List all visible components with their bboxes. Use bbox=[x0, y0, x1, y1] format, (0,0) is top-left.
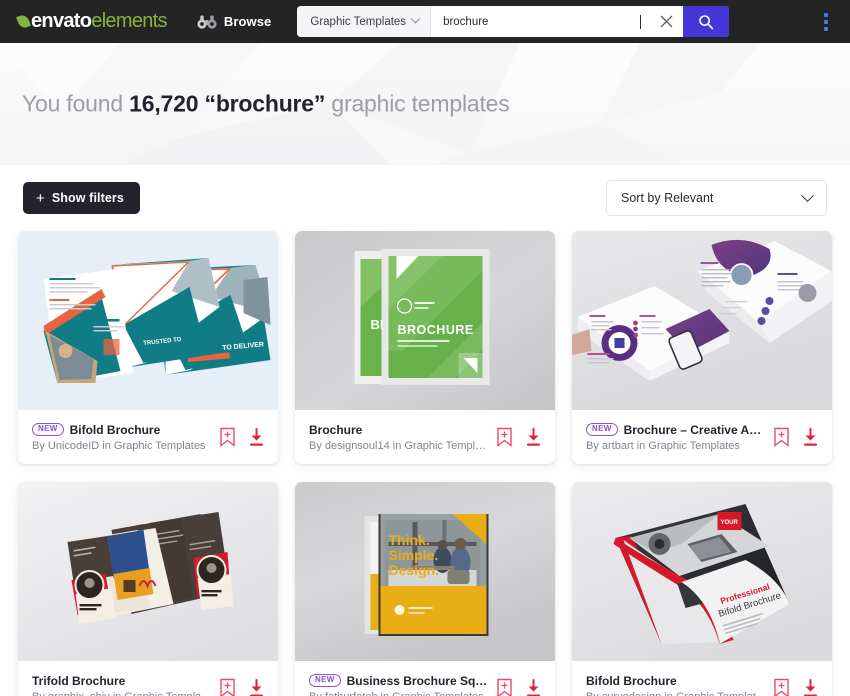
result-card[interactable]: NEW Brochure – Creative App Tri... By ar… bbox=[572, 231, 832, 464]
brown-trifold-brochure-pair-image bbox=[18, 482, 278, 661]
result-card[interactable]: BR BROCHURE Brochure By designsoul14 in … bbox=[295, 231, 555, 464]
results-grid: TRUSTED TO DELIVER TRUSTED TO NEW Bifold… bbox=[0, 231, 850, 696]
clear-search-button[interactable] bbox=[649, 6, 684, 37]
result-byline: By UnicodeID in Graphic Templates bbox=[32, 439, 206, 452]
result-meta: Bifold Brochure By curvedesign in Graphi… bbox=[572, 661, 832, 696]
hero-banner: You found 16,720 “brochure” graphic temp… bbox=[0, 43, 850, 165]
result-thumbnail[interactable]: YOUR Professional Bifold Brochure bbox=[572, 482, 832, 661]
logo-text-elements: elements bbox=[91, 10, 167, 32]
result-thumbnail[interactable]: Think. Simple. Design. bbox=[295, 482, 555, 661]
category-select-label: Graphic Templates bbox=[310, 15, 407, 28]
text-cursor bbox=[640, 14, 642, 29]
result-meta: NEW Business Brochure Square By fathurfa… bbox=[295, 661, 555, 696]
search-input[interactable] bbox=[431, 6, 641, 37]
more-vertical-icon-dot-3 bbox=[824, 26, 828, 31]
result-byline: By fathurfateh in Graphic Templates bbox=[309, 691, 490, 696]
result-card[interactable]: Think. Simple. Design. NEW Business Broc… bbox=[295, 482, 555, 696]
teal-bifold-brochure-stack-image: TRUSTED TO DELIVER TRUSTED TO bbox=[18, 231, 278, 410]
headline-prefix: You found bbox=[22, 90, 130, 117]
brochure-cover-line3: Design. bbox=[389, 562, 440, 578]
search-icon bbox=[699, 14, 714, 29]
result-meta: Trifold Brochure By graphix_shiv in Grap… bbox=[18, 661, 278, 696]
bookmark-add-icon[interactable] bbox=[773, 427, 790, 447]
download-icon[interactable] bbox=[525, 427, 542, 447]
result-thumbnail[interactable] bbox=[18, 482, 278, 661]
result-card[interactable]: TRUSTED TO DELIVER TRUSTED TO NEW Bifold… bbox=[18, 231, 278, 464]
more-vertical-icon-dot-1 bbox=[824, 12, 828, 17]
bookmark-add-icon[interactable] bbox=[773, 678, 790, 696]
brochure-cover-line2: Simple. bbox=[389, 547, 439, 563]
result-meta: Brochure By designsoul14 in Graphic Temp… bbox=[295, 410, 555, 464]
browse-menu-button[interactable]: Browse bbox=[197, 14, 272, 29]
result-title[interactable]: Brochure – Creative App Tri... bbox=[624, 423, 767, 437]
result-thumbnail[interactable]: BR BROCHURE bbox=[295, 231, 555, 410]
show-filters-label: Show filters bbox=[51, 191, 124, 205]
result-card[interactable]: YOUR Professional Bifold Brochure Bifold… bbox=[572, 482, 832, 696]
download-icon[interactable] bbox=[248, 678, 265, 696]
green-square-brochure-pair-image: BR BROCHURE bbox=[295, 231, 555, 410]
leaf-icon bbox=[16, 13, 31, 30]
red-black-professional-bifold-image: YOUR Professional Bifold Brochure bbox=[572, 482, 832, 661]
new-badge: NEW bbox=[586, 423, 618, 436]
brochure-cover-line1: Think. bbox=[389, 532, 430, 548]
download-icon[interactable] bbox=[802, 678, 819, 696]
bookmark-add-icon[interactable] bbox=[496, 678, 513, 696]
result-card[interactable]: Trifold Brochure By graphix_shiv in Grap… bbox=[18, 482, 278, 696]
purple-trifold-brochure-open-image bbox=[572, 231, 832, 410]
result-title[interactable]: Bifold Brochure bbox=[586, 674, 677, 688]
binoculars-icon bbox=[197, 15, 217, 29]
download-icon[interactable] bbox=[525, 678, 542, 696]
plus-icon: + bbox=[36, 189, 45, 207]
browse-label: Browse bbox=[223, 14, 272, 29]
show-filters-button[interactable]: + Show filters bbox=[23, 182, 140, 214]
download-icon[interactable] bbox=[248, 427, 265, 447]
result-meta: NEW Bifold Brochure By UnicodeID in Grap… bbox=[18, 410, 278, 464]
new-badge: NEW bbox=[32, 423, 64, 436]
result-byline: By artbart in Graphic Templates bbox=[586, 439, 740, 452]
search-submit-button[interactable] bbox=[683, 6, 730, 37]
close-icon bbox=[660, 15, 673, 28]
result-thumbnail[interactable] bbox=[572, 231, 832, 410]
result-byline: By curvedesign in Graphic Templates bbox=[586, 691, 767, 696]
sort-dropdown[interactable]: Sort by Relevant bbox=[606, 180, 827, 216]
category-select[interactable]: Graphic Templates bbox=[297, 6, 432, 37]
result-title[interactable]: Bifold Brochure bbox=[70, 423, 161, 437]
headline-term: “brochure” bbox=[204, 90, 326, 117]
bookmark-add-icon[interactable] bbox=[496, 427, 513, 447]
result-title[interactable]: Trifold Brochure bbox=[32, 674, 125, 688]
top-navigation-bar: envato elements Browse Graphic Templates bbox=[0, 0, 850, 43]
bookmark-add-icon[interactable] bbox=[219, 427, 236, 447]
logo-text-envato: envato bbox=[31, 10, 92, 32]
chevron-down-icon bbox=[410, 13, 421, 24]
envato-elements-logo[interactable]: envato elements bbox=[16, 10, 168, 33]
result-title[interactable]: Business Brochure Square bbox=[347, 674, 490, 688]
result-byline: By graphix_shiv in Graphic Templates bbox=[32, 691, 213, 696]
result-meta: NEW Brochure – Creative App Tri... By ar… bbox=[572, 410, 832, 464]
headline-count: 16,720 bbox=[129, 90, 199, 117]
result-thumbnail[interactable]: TRUSTED TO DELIVER TRUSTED TO bbox=[18, 231, 278, 410]
svg-text:YOUR: YOUR bbox=[721, 520, 739, 526]
new-badge: NEW bbox=[309, 674, 341, 687]
more-options-button[interactable] bbox=[824, 12, 828, 31]
chevron-down-icon bbox=[801, 188, 814, 202]
bookmark-add-icon[interactable] bbox=[219, 678, 236, 696]
headline-suffix: graphic templates bbox=[325, 90, 510, 117]
result-byline: By designsoul14 in Graphic Templates bbox=[309, 439, 490, 452]
page-title: You found 16,720 “brochure” graphic temp… bbox=[22, 91, 510, 118]
sort-dropdown-label: Sort by Relevant bbox=[621, 191, 714, 205]
download-icon[interactable] bbox=[802, 427, 819, 447]
result-title[interactable]: Brochure bbox=[309, 423, 362, 437]
yellow-square-brochure-image: Think. Simple. Design. bbox=[295, 482, 555, 661]
brochure-cover-label: BROCHURE bbox=[398, 323, 474, 337]
search-bar: Graphic Templates bbox=[297, 6, 730, 37]
results-toolbar: + Show filters Sort by Relevant bbox=[0, 165, 850, 231]
more-vertical-icon-dot-2 bbox=[824, 19, 828, 24]
